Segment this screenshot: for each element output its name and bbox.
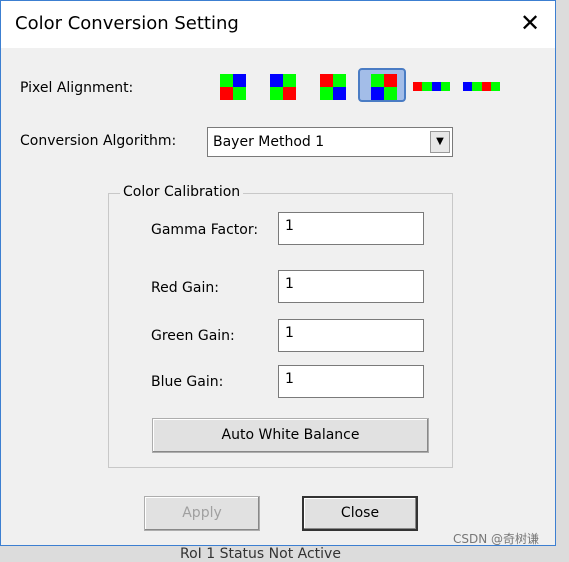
pixel-alignment-rggb[interactable]: [320, 74, 346, 100]
conversion-algorithm-select[interactable]: Bayer Method 1 ▼: [207, 127, 453, 157]
pixel-alignment-bggr[interactable]: [270, 74, 296, 100]
pixel-cell: [384, 74, 397, 87]
conversion-algorithm-value: Bayer Method 1: [213, 134, 325, 150]
pixel-cell: [463, 82, 473, 91]
pixel-cell: [481, 82, 491, 91]
gamma-factor-label: Gamma Factor:: [151, 222, 259, 238]
green-gain-input[interactable]: 1: [278, 319, 424, 352]
pixel-cell: [371, 74, 384, 87]
pixel-cell: [333, 74, 346, 87]
pixel-cell: [371, 87, 384, 100]
pixel-cell: [270, 74, 283, 87]
pixel-cell: [413, 82, 423, 91]
pixel-alignment-label: Pixel Alignment:: [20, 80, 134, 96]
close-button[interactable]: Close: [302, 496, 418, 531]
pixel-alignment-line-rgbg[interactable]: [413, 82, 450, 91]
watermark: CSDN @奇树谦: [453, 532, 540, 546]
gamma-factor-input[interactable]: 1: [278, 212, 424, 245]
pixel-cell: [220, 87, 233, 100]
pixel-alignment-gbrg[interactable]: [220, 74, 246, 100]
pixel-cell: [472, 82, 482, 91]
dialog-title: Color Conversion Setting: [15, 13, 239, 34]
pixel-cell: [431, 82, 441, 91]
color-conversion-dialog: Color Conversion Setting ✕ Pixel Alignme…: [0, 0, 556, 546]
blue-gain-label: Blue Gain:: [151, 374, 224, 390]
pixel-cell: [233, 87, 246, 100]
pixel-cell: [283, 74, 296, 87]
pixel-cell: [320, 87, 333, 100]
background-window-text: RoI 1 Status Not Active: [180, 546, 341, 562]
conversion-algorithm-label: Conversion Algorithm:: [20, 133, 177, 149]
pixel-cell: [384, 87, 397, 100]
pixel-cell: [333, 87, 346, 100]
pixel-cell: [283, 87, 296, 100]
red-gain-label: Red Gain:: [151, 280, 219, 296]
pixel-alignment-line-bgrg[interactable]: [463, 82, 500, 91]
pixel-cell: [270, 87, 283, 100]
auto-white-balance-button[interactable]: Auto White Balance: [152, 418, 429, 453]
pixel-alignment-grbg[interactable]: [371, 74, 397, 100]
apply-button[interactable]: Apply: [144, 496, 260, 531]
chevron-down-icon[interactable]: ▼: [430, 131, 450, 153]
pixel-cell: [440, 82, 450, 91]
pixel-cell: [422, 82, 432, 91]
green-gain-label: Green Gain:: [151, 328, 235, 344]
pixel-cell: [220, 74, 233, 87]
title-bar: Color Conversion Setting ✕: [1, 1, 555, 48]
close-icon[interactable]: ✕: [515, 9, 545, 37]
pixel-cell: [233, 74, 246, 87]
pixel-cell: [320, 74, 333, 87]
color-calibration-title: Color Calibration: [120, 184, 244, 200]
red-gain-input[interactable]: 1: [278, 270, 424, 303]
pixel-cell: [490, 82, 500, 91]
blue-gain-input[interactable]: 1: [278, 365, 424, 398]
